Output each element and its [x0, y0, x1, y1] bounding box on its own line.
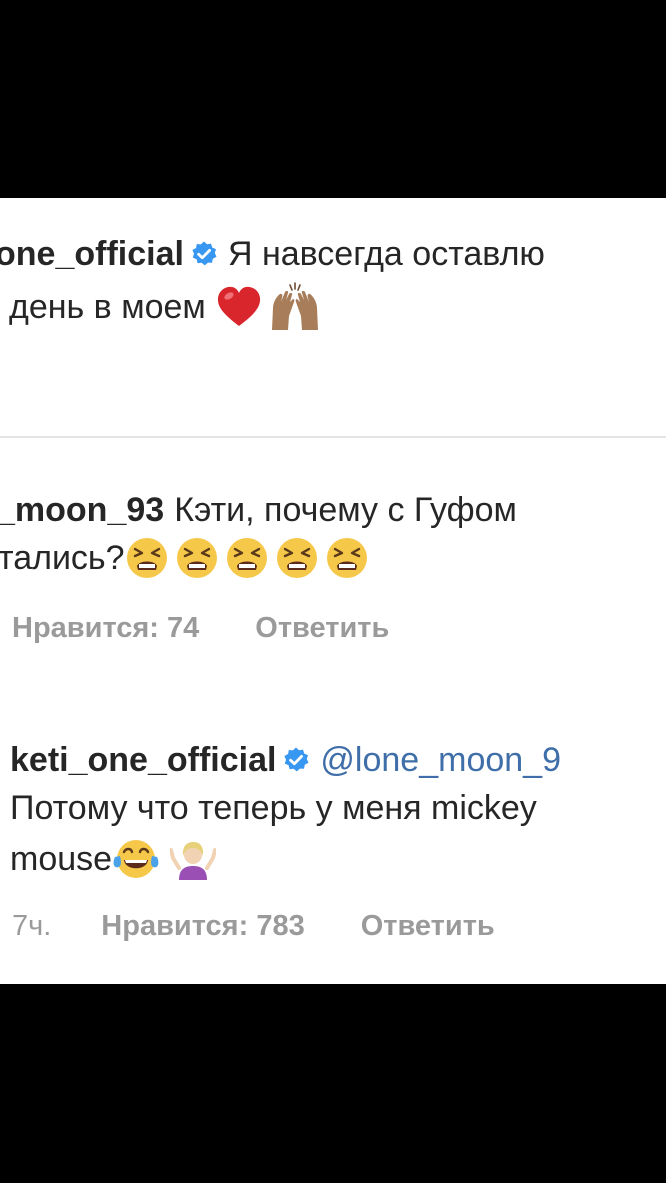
comment-top-line2: день в моем: [9, 282, 322, 332]
comment-top-text-line1: Я навсегда оставлю: [227, 235, 545, 273]
reply-comment-meta: 7ч. Нравится: 783 Ответить: [12, 909, 495, 943]
reply-comment-line2: Потому что теперь у меня mickey: [10, 788, 537, 828]
tired-face-icon: [126, 538, 167, 578]
reply-comment-reply-button[interactable]: Ответить: [361, 909, 495, 943]
raising-hands-icon: [271, 282, 318, 330]
reply-comment-text-line3: mouse: [10, 840, 113, 878]
comment-question-username[interactable]: _moon_93: [0, 490, 164, 530]
comments-panel: one_official Я навсегда оставлю день в м…: [0, 198, 666, 984]
reply-comment-text-line2: Потому что теперь у меня mickey: [10, 789, 537, 827]
comment-question-line1: _moon_93 Кэти, почему с Гуфом: [0, 490, 517, 530]
comment-divider: [0, 436, 666, 438]
tears-of-joy-icon: [113, 840, 159, 878]
reply-comment-time: 7ч.: [12, 910, 52, 942]
comment-question-line2: тались?: [0, 536, 369, 580]
comment-question-reply-button[interactable]: Ответить: [255, 611, 389, 645]
comment-top-username[interactable]: one_official: [0, 234, 184, 274]
reply-comment-line1: keti_one_official @lone_moon_9: [10, 740, 561, 780]
verified-badge-icon: [192, 241, 217, 266]
tired-face-icon: [176, 538, 217, 578]
comment-question-likes[interactable]: Нравится: 74: [12, 611, 199, 645]
reply-comment-likes[interactable]: Нравится: 783: [101, 909, 304, 943]
tired-face-icon: [326, 538, 367, 578]
tired-face-icon: [276, 538, 317, 578]
reply-comment-mention[interactable]: @lone_moon_9: [320, 740, 561, 780]
screenshot-frame: one_official Я навсегда оставлю день в м…: [0, 0, 666, 1183]
comment-top-text-line2: день в моем: [9, 288, 206, 326]
reply-comment-username[interactable]: keti_one_official: [10, 740, 276, 780]
comment-question-text-line2: тались?: [0, 539, 125, 577]
reply-comment-line3: mouse: [10, 836, 217, 882]
comment-top-line1: one_official Я навсегда оставлю: [0, 234, 545, 274]
person-shrugging-icon: [170, 842, 217, 880]
comment-question-text-line1: Кэти, почему с Гуфом: [174, 491, 517, 529]
verified-badge-icon: [284, 747, 309, 772]
tired-face-icon: [226, 538, 267, 578]
comment-question-meta: Нравится: 74 Ответить: [12, 611, 389, 645]
red-heart-icon: [217, 286, 260, 326]
